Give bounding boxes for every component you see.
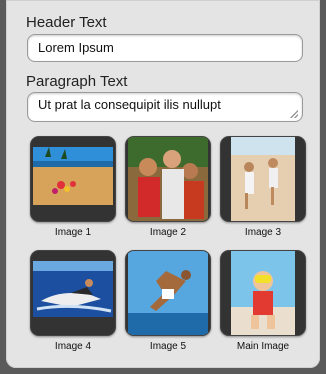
paragraph-text-area[interactable]: Ut prat la consequipit ilis nullupt ....… [27,92,303,122]
header-text-input[interactable]: Lorem Ipsum [27,34,303,62]
diver-photo-icon [125,250,211,336]
image-tile-1[interactable]: Image 1 [30,136,116,238]
beach-flowers-photo-icon [30,136,116,222]
image-tile-5[interactable]: Image 5 [125,250,211,352]
image-tile-4[interactable]: Image 4 [30,250,116,352]
image-tile-main[interactable]: Main Image [220,250,306,352]
image-caption-2: Image 2 [149,227,187,238]
kid-snorkel-photo-icon [220,250,306,336]
paragraph-line-1: Ut prat la consequipit ilis nullupt [38,97,221,112]
paragraph-line-2: .... ...... .. ... ......... ...... [38,112,190,122]
image-caption-main: Main Image [236,341,290,352]
image-caption-5: Image 5 [149,341,187,352]
image-tile-2[interactable]: Image 2 [125,136,211,238]
header-text-label: Header Text [26,14,107,31]
jetski-photo-icon [30,250,116,336]
friends-photo-icon [125,136,211,222]
image-caption-3: Image 3 [244,227,282,238]
image-caption-4: Image 4 [54,341,92,352]
paragraph-text-label: Paragraph Text [26,73,128,90]
resize-grip-icon[interactable] [290,110,298,118]
image-caption-1: Image 1 [54,227,92,238]
beach-runners-photo-icon [220,136,306,222]
image-tile-3[interactable]: Image 3 [220,136,306,238]
